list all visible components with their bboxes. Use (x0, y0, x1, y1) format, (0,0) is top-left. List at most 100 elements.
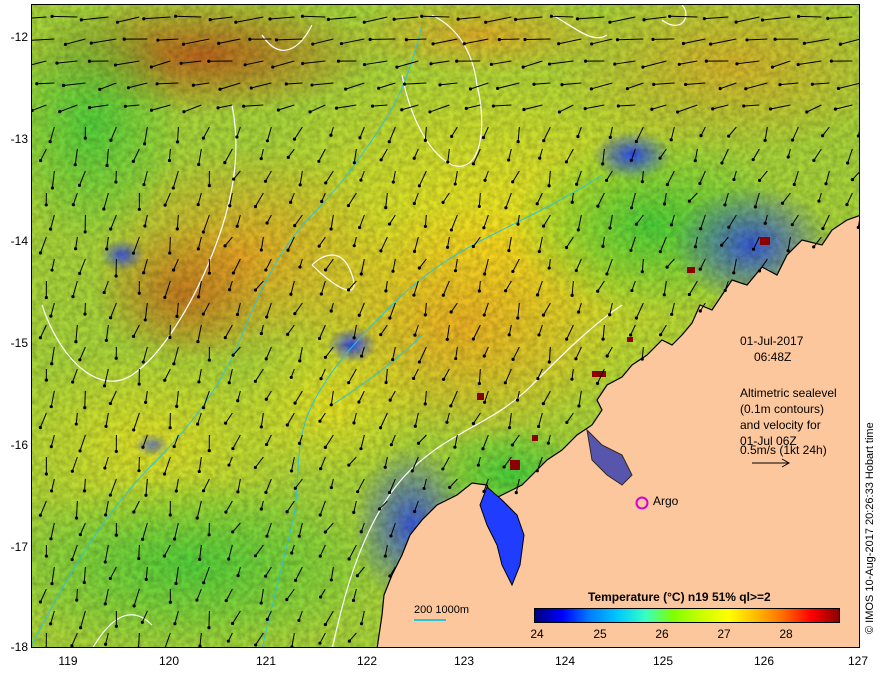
velocity-arrowhead (359, 622, 364, 626)
velocity-arrowhead (49, 314, 53, 318)
lon-tick-label: 122 (356, 654, 378, 668)
velocity-arrowhead (293, 224, 297, 228)
colorbar-tick: 26 (655, 627, 669, 641)
velocity-arrowhead (231, 271, 235, 275)
velocity-arrowhead (575, 182, 579, 186)
velocity-arrowhead (44, 472, 48, 476)
velocity-arrowhead (768, 107, 773, 111)
velocity-arrowhead (70, 557, 74, 562)
velocity-arrowhead (630, 288, 634, 293)
velocity-arrowhead (88, 106, 92, 110)
velocity-arrowhead (141, 537, 145, 541)
velocity-arrowhead (49, 445, 53, 449)
velocity-arrowhead (423, 402, 427, 406)
velocity-arrowhead (535, 469, 539, 473)
sst-map[interactable] (31, 4, 860, 648)
velocity-arrowhead (431, 42, 435, 46)
velocity-scale-arrow (752, 458, 791, 468)
velocity-arrowhead (355, 574, 359, 578)
legend-text-line: (0.1m contours) (740, 402, 825, 416)
velocity-arrowhead (235, 135, 239, 139)
velocity-arrowhead (207, 59, 211, 63)
velocity-arrowhead (642, 18, 646, 22)
velocity-arrow (798, 15, 822, 18)
velocity-arrowhead (413, 509, 417, 514)
velocity-arrowhead (126, 86, 131, 90)
velocity-arrowhead (384, 205, 388, 210)
velocity-arrowhead (704, 59, 708, 63)
colorbar-tick: 28 (779, 627, 793, 641)
velocity-arrowhead (265, 617, 269, 622)
velocity-arrowhead (142, 182, 146, 187)
velocity-arrowhead (574, 268, 578, 273)
velocity-arrowhead (483, 178, 487, 182)
velocity-arrowhead (507, 158, 511, 162)
velocity-arrowhead (846, 161, 850, 165)
velocity-arrowhead (773, 37, 777, 41)
velocity-arrowhead (131, 159, 135, 163)
velocity-arrowhead (317, 244, 321, 248)
velocity-arrow (524, 38, 551, 41)
velocity-arrowhead (149, 65, 153, 69)
lon-tick-label: 125 (652, 654, 674, 668)
velocity-arrowhead (226, 639, 230, 643)
velocity-arrowhead (264, 397, 268, 401)
velocity-arrowhead (379, 333, 383, 337)
lon-tick-label: 123 (453, 654, 475, 668)
velocity-arrowhead (455, 59, 459, 63)
velocity-arrowhead (751, 247, 756, 251)
velocity-arrowhead (48, 227, 53, 231)
velocity-arrowhead (482, 354, 486, 358)
velocity-arrowhead (201, 136, 205, 140)
velocity-arrowhead (264, 490, 268, 494)
velocity-arrowhead (792, 182, 796, 187)
velocity-arrowhead (423, 138, 427, 142)
velocity-arrowhead (324, 181, 328, 185)
velocity-arrowhead (137, 382, 141, 386)
velocity-arrowhead (791, 138, 795, 142)
velocity-arrowhead (590, 42, 594, 46)
velocity-arrowhead (131, 334, 136, 338)
velocity-arrowhead (253, 204, 258, 209)
velocity-arrowhead (658, 250, 662, 254)
velocity-arrowhead (289, 375, 293, 379)
velocity-arrowhead (339, 41, 344, 46)
velocity-arrowhead (191, 83, 195, 87)
velocity-arrowhead (564, 160, 569, 164)
velocity-arrowhead (596, 289, 600, 293)
velocity-arrowhead (547, 360, 551, 364)
velocity-arrowhead (216, 106, 220, 110)
velocity-arrowhead (114, 533, 118, 537)
velocity-arrowhead (628, 333, 633, 337)
velocity-arrowhead (289, 292, 293, 296)
velocity-arrowhead (514, 491, 518, 495)
velocity-arrowhead (288, 200, 293, 204)
velocity-arrowhead (417, 266, 421, 270)
velocity-arrowhead (817, 199, 821, 203)
velocity-arrowhead (583, 107, 587, 111)
velocity-arrowhead (70, 469, 74, 473)
velocity-arrowhead (82, 580, 86, 585)
velocity-arrowhead (359, 530, 363, 534)
velocity-arrowhead (481, 135, 486, 140)
velocity-arrowhead (358, 225, 362, 230)
velocity-arrowhead (224, 510, 228, 514)
velocity-arrowhead (805, 110, 809, 114)
velocity-arrowhead (742, 104, 746, 108)
velocity-arrowhead (535, 202, 539, 206)
velocity-arrowhead (583, 59, 588, 63)
velocity-arrowhead (149, 108, 154, 112)
velocity-arrowhead (253, 288, 257, 292)
velocity-arrowhead (723, 203, 727, 207)
velocity-arrowhead (476, 463, 480, 467)
velocity-arrowhead (155, 82, 159, 86)
velocity-arrowhead (142, 271, 146, 275)
velocity-arrowhead (362, 20, 366, 24)
velocity-arrowhead (377, 507, 382, 511)
velocity-arrowhead (462, 42, 466, 46)
velocity-arrowhead (73, 247, 78, 251)
velocity-arrowhead (412, 249, 417, 254)
velocity-arrowhead (286, 248, 290, 252)
velocity-arrowhead (142, 142, 147, 146)
velocity-arrowhead (516, 316, 520, 320)
